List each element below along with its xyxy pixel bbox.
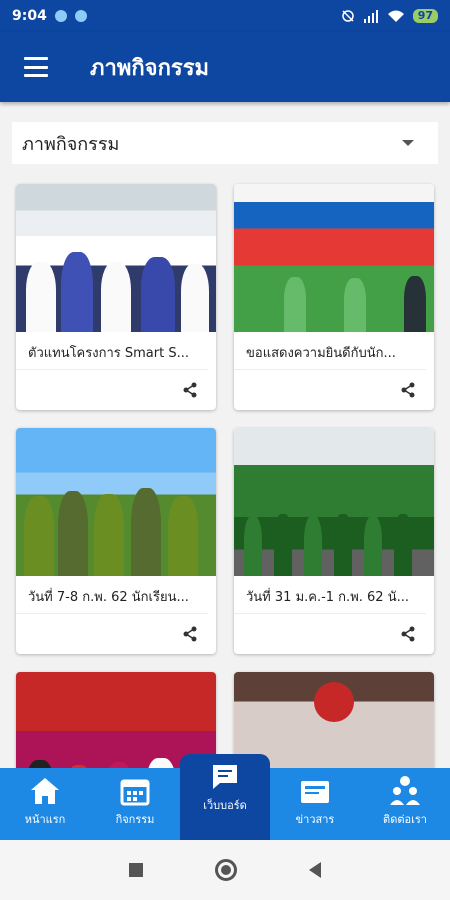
share-icon[interactable] [182, 382, 198, 398]
activity-photo [16, 428, 216, 576]
menu-icon[interactable] [24, 57, 48, 77]
contact-icon [390, 776, 420, 805]
card-title: ตัวแทนโครงการ Smart S... [16, 332, 208, 370]
dropdown-selected: ภาพกิจกรรม [22, 133, 120, 155]
home-icon [31, 778, 59, 804]
recent-apps-icon[interactable] [129, 863, 143, 877]
share-icon[interactable] [400, 382, 416, 398]
nav-contact[interactable]: ติดต่อเรา [360, 768, 450, 840]
activity-card[interactable]: วันที่ 31 ม.ค.-1 ก.พ. 62 นั... [234, 428, 434, 654]
nav-label: กิจกรรม [115, 813, 155, 826]
activity-card[interactable]: วันที่ 7-8 ก.พ. 62 นักเรียน... [16, 428, 216, 654]
signal-icon [363, 10, 378, 23]
app-bar: ภาพกิจกรรม [0, 32, 450, 102]
card-title: วันที่ 7-8 ก.พ. 62 นักเรียน... [16, 576, 208, 614]
nav-webboard[interactable]: เว็บบอร์ด [180, 754, 270, 840]
activity-card[interactable]: ตัวแทนโครงการ Smart S... [16, 184, 216, 410]
news-icon [301, 781, 329, 803]
card-title: วันที่ 31 ม.ค.-1 ก.พ. 62 นั... [234, 576, 426, 614]
nav-label: ข่าวสาร [295, 813, 335, 826]
nav-label: หน้าแรก [24, 813, 66, 826]
home-button-icon[interactable] [215, 859, 237, 881]
nav-news[interactable]: ข่าวสาร [270, 768, 360, 840]
back-icon[interactable] [309, 862, 321, 878]
nav-label: ติดต่อเรา [383, 813, 427, 826]
bottom-navigation: หน้าแรก กิจกรรม เว็บบอร์ด ข่าวสาร ติดต่อ… [0, 754, 450, 840]
share-icon[interactable] [182, 626, 198, 642]
battery-icon: 97 [412, 9, 438, 23]
notification-icon [74, 10, 87, 22]
nav-home[interactable]: หน้าแรก [0, 768, 90, 840]
activity-photo [234, 184, 434, 332]
card-title: ขอแสดงความยินดีกับนัก... [234, 332, 426, 370]
activity-photo [16, 184, 216, 332]
activity-card[interactable]: ขอแสดงความยินดีกับนัก... [234, 184, 434, 410]
status-time: 9:04 [12, 8, 47, 24]
notification-icon [54, 10, 67, 22]
category-dropdown[interactable]: ภาพกิจกรรม [12, 122, 438, 164]
nav-label: เว็บบอร์ด [203, 799, 247, 812]
share-icon[interactable] [400, 626, 416, 642]
chevron-down-icon [402, 140, 414, 146]
activity-photo [234, 428, 434, 576]
nav-activities[interactable]: กิจกรรม [90, 768, 180, 840]
status-bar: 9:04 97 [0, 0, 450, 32]
calendar-icon [120, 779, 150, 806]
do-not-disturb-icon [341, 10, 354, 22]
system-navigation [0, 840, 450, 900]
wifi-icon [387, 10, 404, 22]
chat-icon [213, 765, 237, 789]
status-icons: 97 [341, 9, 438, 23]
page-title: ภาพกิจกรรม [90, 55, 210, 81]
